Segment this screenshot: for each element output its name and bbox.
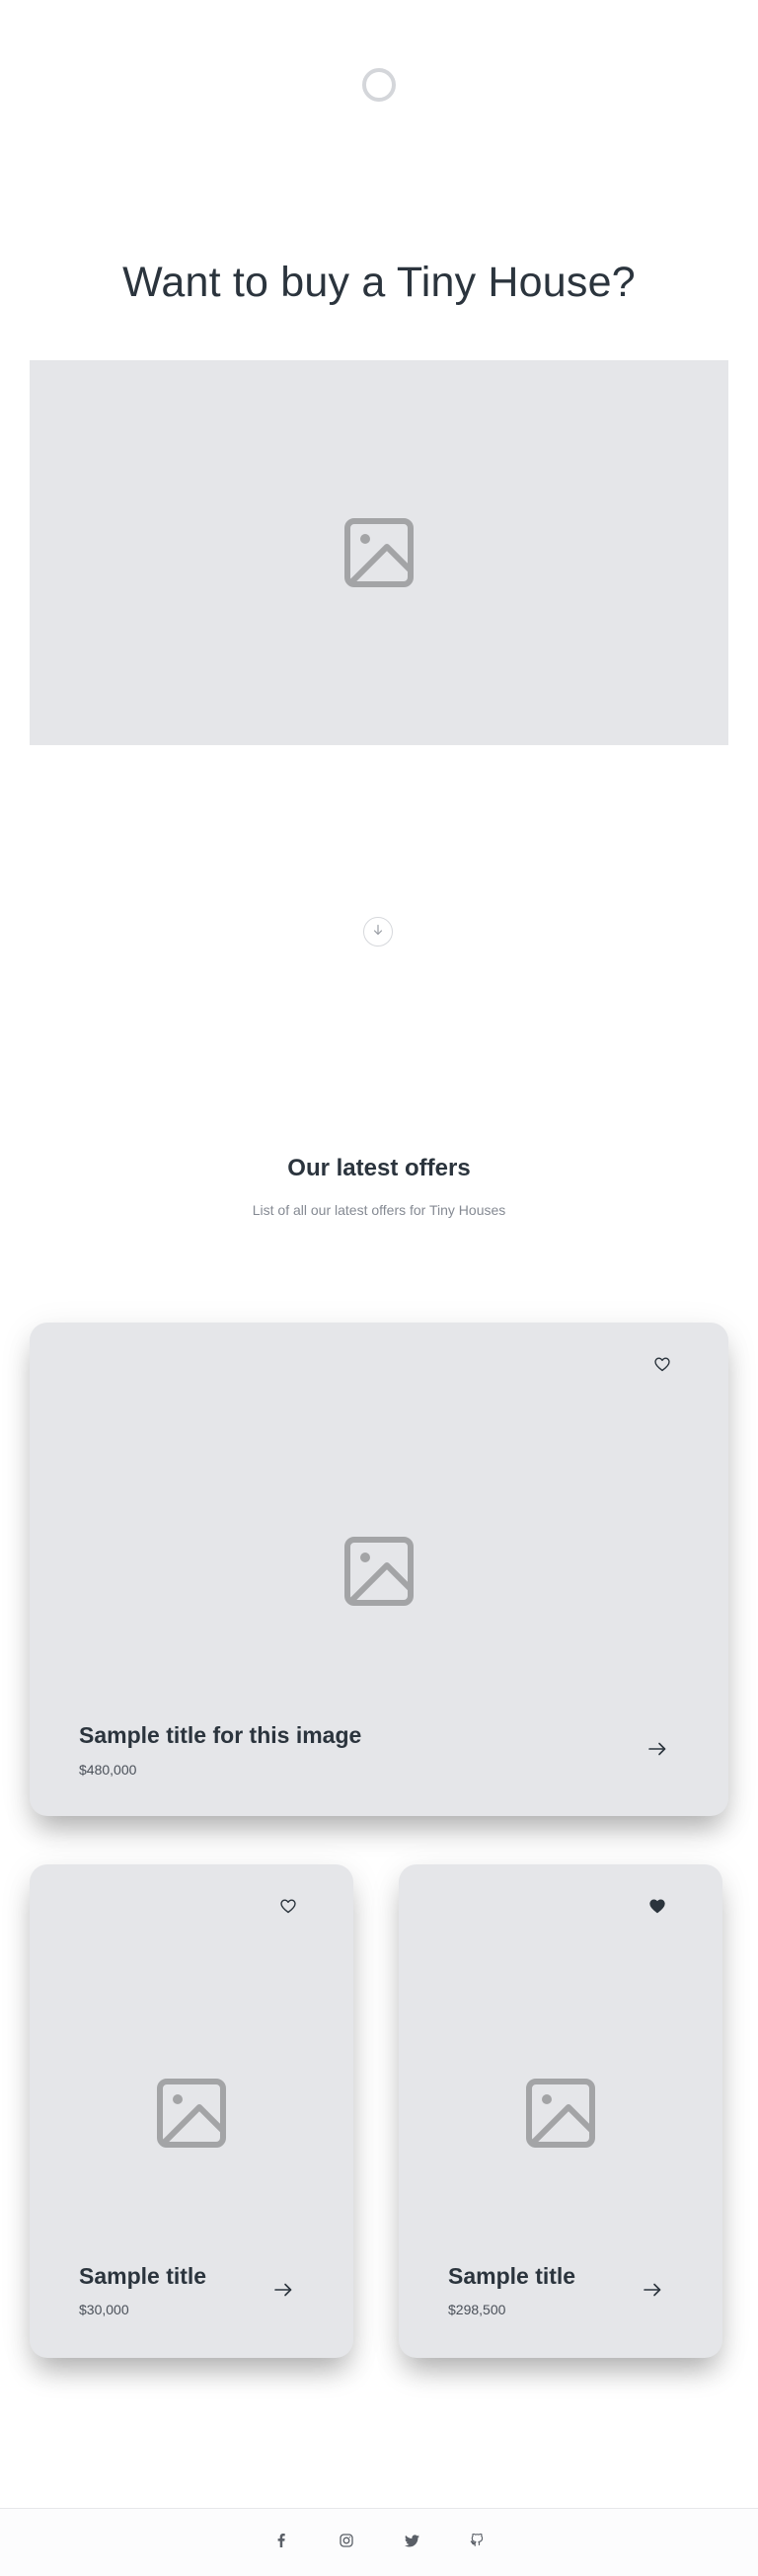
twitter-link[interactable] bbox=[403, 2534, 420, 2552]
offer-card[interactable]: Sample title $298,500 bbox=[399, 1864, 722, 2358]
instagram-icon bbox=[340, 2534, 353, 2552]
loading-spinner bbox=[362, 68, 396, 102]
footer bbox=[0, 2508, 758, 2576]
arrow-down-icon bbox=[372, 923, 384, 941]
page: Want to buy a Tiny House? Our latest off… bbox=[0, 0, 758, 2576]
heart-filled-icon bbox=[649, 1899, 665, 1919]
twitter-icon bbox=[404, 2534, 419, 2552]
image-placeholder-icon bbox=[525, 2078, 596, 2149]
facebook-icon bbox=[277, 2534, 285, 2552]
hero-image bbox=[30, 360, 728, 745]
card-price: $30,000 bbox=[79, 2302, 129, 2317]
card-title: Sample title for this image bbox=[79, 1722, 362, 1748]
github-icon bbox=[470, 2533, 484, 2552]
heart-outline-icon bbox=[654, 1357, 670, 1377]
open-offer-button[interactable] bbox=[270, 2279, 296, 2305]
image-placeholder-icon bbox=[343, 517, 415, 588]
offer-card[interactable]: Sample title $30,000 bbox=[30, 1864, 353, 2358]
github-link[interactable] bbox=[468, 2533, 486, 2552]
scroll-down-button[interactable] bbox=[363, 917, 393, 947]
card-title: Sample title bbox=[79, 2263, 207, 2289]
card-image bbox=[30, 2078, 353, 2149]
card-price: $298,500 bbox=[448, 2302, 506, 2317]
facebook-link[interactable] bbox=[272, 2534, 290, 2552]
offers-subtitle: List of all our latest offers for Tiny H… bbox=[252, 1202, 506, 1218]
open-offer-button[interactable] bbox=[640, 2279, 665, 2305]
offers-title: Our latest offers bbox=[287, 1155, 471, 1181]
offer-card[interactable]: Sample title for this image $480,000 bbox=[30, 1323, 728, 1816]
favorite-button[interactable] bbox=[646, 1898, 668, 1920]
arrow-right-icon bbox=[274, 2283, 292, 2302]
open-offer-button[interactable] bbox=[644, 1738, 670, 1764]
arrow-right-icon bbox=[644, 2283, 661, 2302]
image-placeholder-icon bbox=[343, 1536, 415, 1607]
card-title: Sample title bbox=[448, 2263, 576, 2289]
hero-title: Want to buy a Tiny House? bbox=[122, 259, 636, 306]
heart-outline-icon bbox=[280, 1899, 296, 1919]
arrow-right-icon bbox=[648, 1742, 666, 1761]
card-image bbox=[30, 1536, 728, 1607]
card-image bbox=[399, 2078, 722, 2149]
favorite-button[interactable] bbox=[277, 1898, 299, 1920]
image-placeholder-icon bbox=[156, 2078, 227, 2149]
card-price: $480,000 bbox=[79, 1762, 137, 1778]
favorite-button[interactable] bbox=[651, 1356, 673, 1378]
instagram-link[interactable] bbox=[338, 2534, 355, 2552]
